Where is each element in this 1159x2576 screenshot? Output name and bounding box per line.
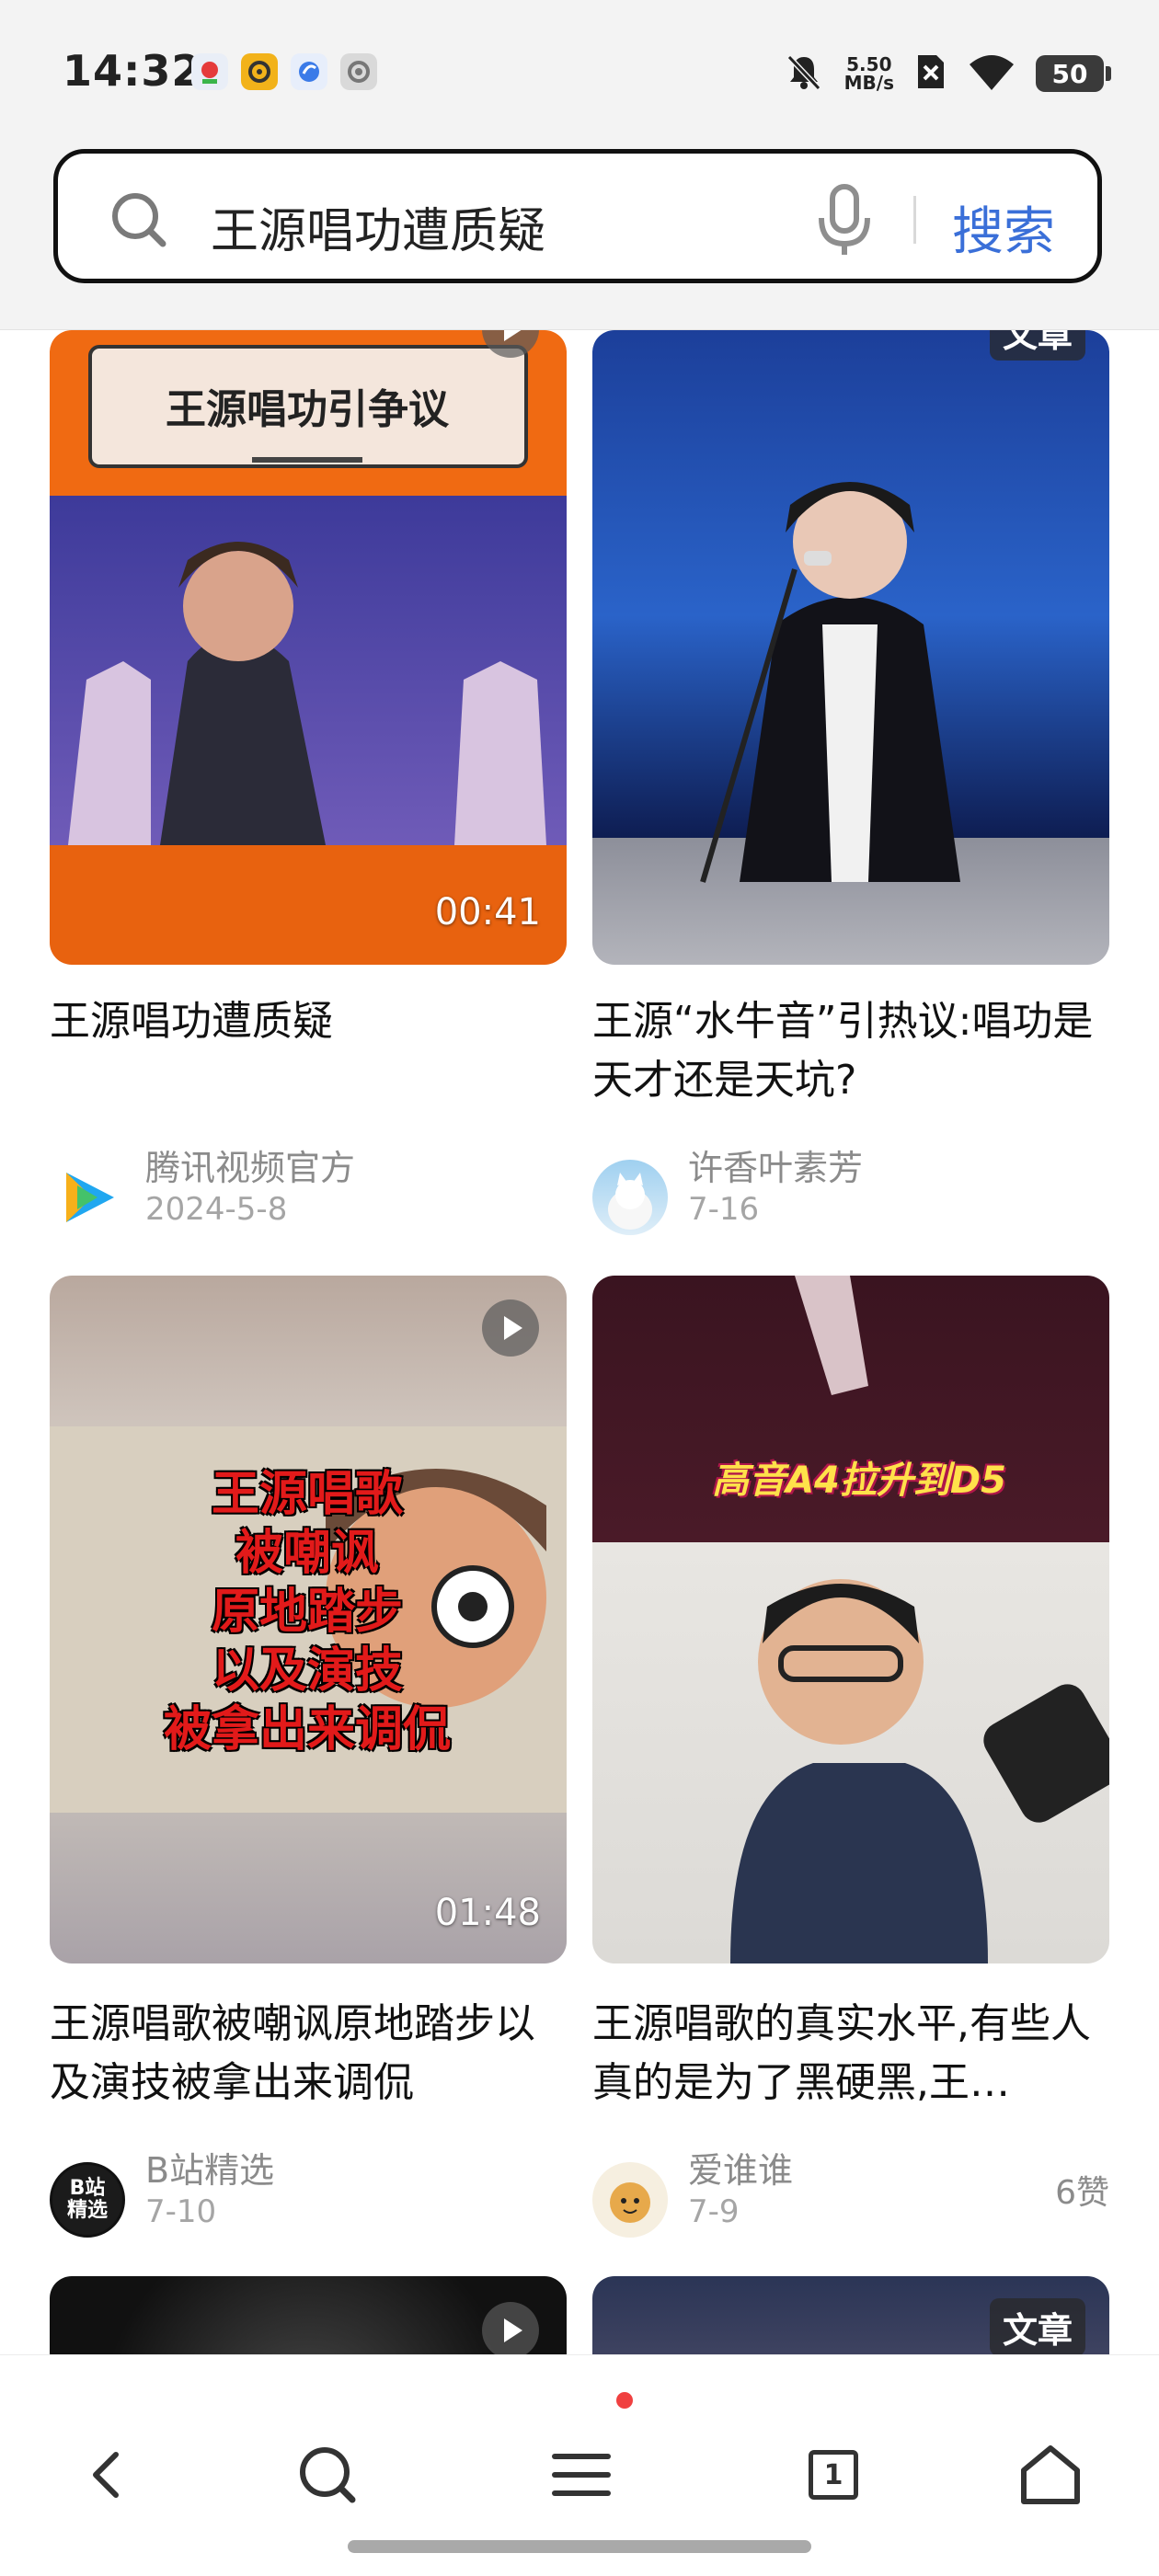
notification-dot <box>616 2392 633 2409</box>
home-button[interactable] <box>995 2420 1106 2530</box>
publish-date: 7-10 <box>145 2193 217 2230</box>
overlay-line: 被嘲讽 <box>235 1526 379 1581</box>
like-count[interactable]: 6赞 <box>1055 2166 1109 2214</box>
music-app-icon <box>241 53 278 90</box>
avatar[interactable] <box>592 1160 668 1235</box>
settings-app-icon <box>340 53 377 90</box>
avatar-text: B站精选 <box>66 2177 108 2222</box>
video-duration: 00:41 <box>434 891 541 933</box>
net-speed: 5.50 MB/s <box>844 55 894 92</box>
thumbnail-overlay-text: 王源唱功引争议 <box>166 386 449 433</box>
thumbnail-overlay-text: 高音A4拉升到D5 <box>712 1460 1006 1502</box>
result-title[interactable]: 王源“水牛音”引热议:唱功是天才还是天坑? <box>592 992 1109 1110</box>
back-icon <box>93 2452 119 2498</box>
search-icon <box>109 190 168 253</box>
result-card[interactable]: 文章 <box>592 2276 1109 2354</box>
result-title[interactable]: 王源唱歌被嘲讽原地踏步以及演技被拿出来调侃 <box>50 1995 567 2112</box>
divider <box>913 196 916 244</box>
result-title[interactable]: 王源唱功遭质疑 <box>50 992 567 1051</box>
thumbnail-art <box>700 482 960 883</box>
avatar[interactable] <box>50 1160 125 1235</box>
video-thumbnail[interactable]: 高音A4拉升到D5 <box>592 1276 1109 1963</box>
author-name[interactable]: 腾讯视频官方 <box>145 1139 355 1190</box>
net-speed-unit: MB/s <box>843 72 894 94</box>
avatar[interactable] <box>592 2162 668 2238</box>
microphone-icon[interactable] <box>812 183 877 262</box>
result-card[interactable] <box>50 2276 567 2354</box>
mute-icon <box>784 52 824 96</box>
home-indicator[interactable] <box>348 2540 811 2553</box>
back-button[interactable] <box>53 2420 164 2530</box>
article-tag: 文章 <box>989 2298 1085 2354</box>
search-nav-button[interactable] <box>272 2420 383 2530</box>
video-thumbnail[interactable] <box>50 2276 567 2354</box>
author-name[interactable]: B站精选 <box>145 2142 274 2192</box>
publish-date: 7-9 <box>688 2193 740 2230</box>
avatar[interactable]: B站精选 <box>50 2162 125 2238</box>
status-icons: 5.50 MB/s 50 <box>784 48 1111 99</box>
thumbnail-art <box>730 1276 1109 1963</box>
author-name[interactable]: 许香叶素芳 <box>688 1139 863 1190</box>
video-duration: 01:48 <box>434 1892 541 1934</box>
tabs-icon: 1 <box>809 2450 858 2500</box>
result-card[interactable]: 文章 王源“水牛音”引热议:唱功是天才还是天坑? 许香叶素芳 7-16 <box>592 330 1109 1250</box>
search-button[interactable]: 搜索 <box>952 190 1055 265</box>
wifi-icon <box>968 52 1016 96</box>
menu-button[interactable] <box>526 2420 637 2530</box>
publish-date: 7-16 <box>688 1191 760 1228</box>
home-icon <box>1021 2445 1080 2504</box>
publish-date: 2024-5-8 <box>145 1191 288 1228</box>
status-bar: 14:32 5.50 MB/s 50 <box>0 0 1159 147</box>
results-feed[interactable]: 王源唱功引争议 00:41 王源唱功遭质疑 腾讯视频官方 2024-5-8 文章… <box>0 330 1159 2354</box>
net-speed-value: 5.50 <box>846 53 892 75</box>
result-card[interactable]: 王源唱歌 被嘲讽 原地踏步 以及演技 被拿出来调侃 01:48 王源唱歌被嘲讽原… <box>50 1276 567 2278</box>
search-input[interactable]: 王源唱功遭质疑 <box>211 192 545 261</box>
battery-icon: 50 <box>1036 55 1111 92</box>
search-icon <box>300 2447 356 2503</box>
status-time: 14:32 <box>63 46 202 96</box>
article-thumbnail[interactable]: 文章 <box>592 330 1109 965</box>
menu-icon <box>552 2454 611 2496</box>
play-icon <box>482 1299 539 1357</box>
author-name[interactable]: 爱谁谁 <box>688 2142 793 2192</box>
overlay-line: 原地踏步 <box>211 1585 403 1640</box>
search-box[interactable]: 王源唱功遭质疑 搜索 <box>53 149 1102 283</box>
tab-count: 1 <box>823 2458 843 2491</box>
browser-app-icon <box>291 53 327 90</box>
sim-off-icon <box>914 52 947 96</box>
result-title[interactable]: 王源唱歌的真实水平,有些人真的是为了黑硬黑,王… <box>592 1995 1109 2112</box>
article-thumbnail[interactable]: 文章 <box>592 2276 1109 2354</box>
tabs-button[interactable]: 1 <box>778 2420 889 2530</box>
video-thumbnail[interactable]: 王源唱歌 被嘲讽 原地踏步 以及演技 被拿出来调侃 01:48 <box>50 1276 567 1963</box>
play-icon <box>482 2302 539 2354</box>
overlay-line: 被拿出来调侃 <box>163 1702 451 1757</box>
overlay-line: 王源唱歌 <box>211 1467 403 1522</box>
result-card[interactable]: 高音A4拉升到D5 王源唱歌的真实水平,有些人真的是为了黑硬黑,王… 爱谁谁 7… <box>592 1276 1109 2278</box>
result-card[interactable]: 王源唱功引争议 00:41 王源唱功遭质疑 腾讯视频官方 2024-5-8 <box>50 330 567 1250</box>
map-app-icon <box>191 53 228 90</box>
search-header: 王源唱功遭质疑 搜索 <box>0 147 1159 330</box>
article-tag: 文章 <box>989 330 1085 361</box>
video-thumbnail[interactable]: 王源唱功引争议 00:41 <box>50 330 567 965</box>
overlay-line: 以及演技 <box>211 1643 403 1699</box>
thumbnail-overlay-text: 王源唱歌 被嘲讽 原地踏步 以及演技 被拿出来调侃 <box>86 1465 528 1759</box>
